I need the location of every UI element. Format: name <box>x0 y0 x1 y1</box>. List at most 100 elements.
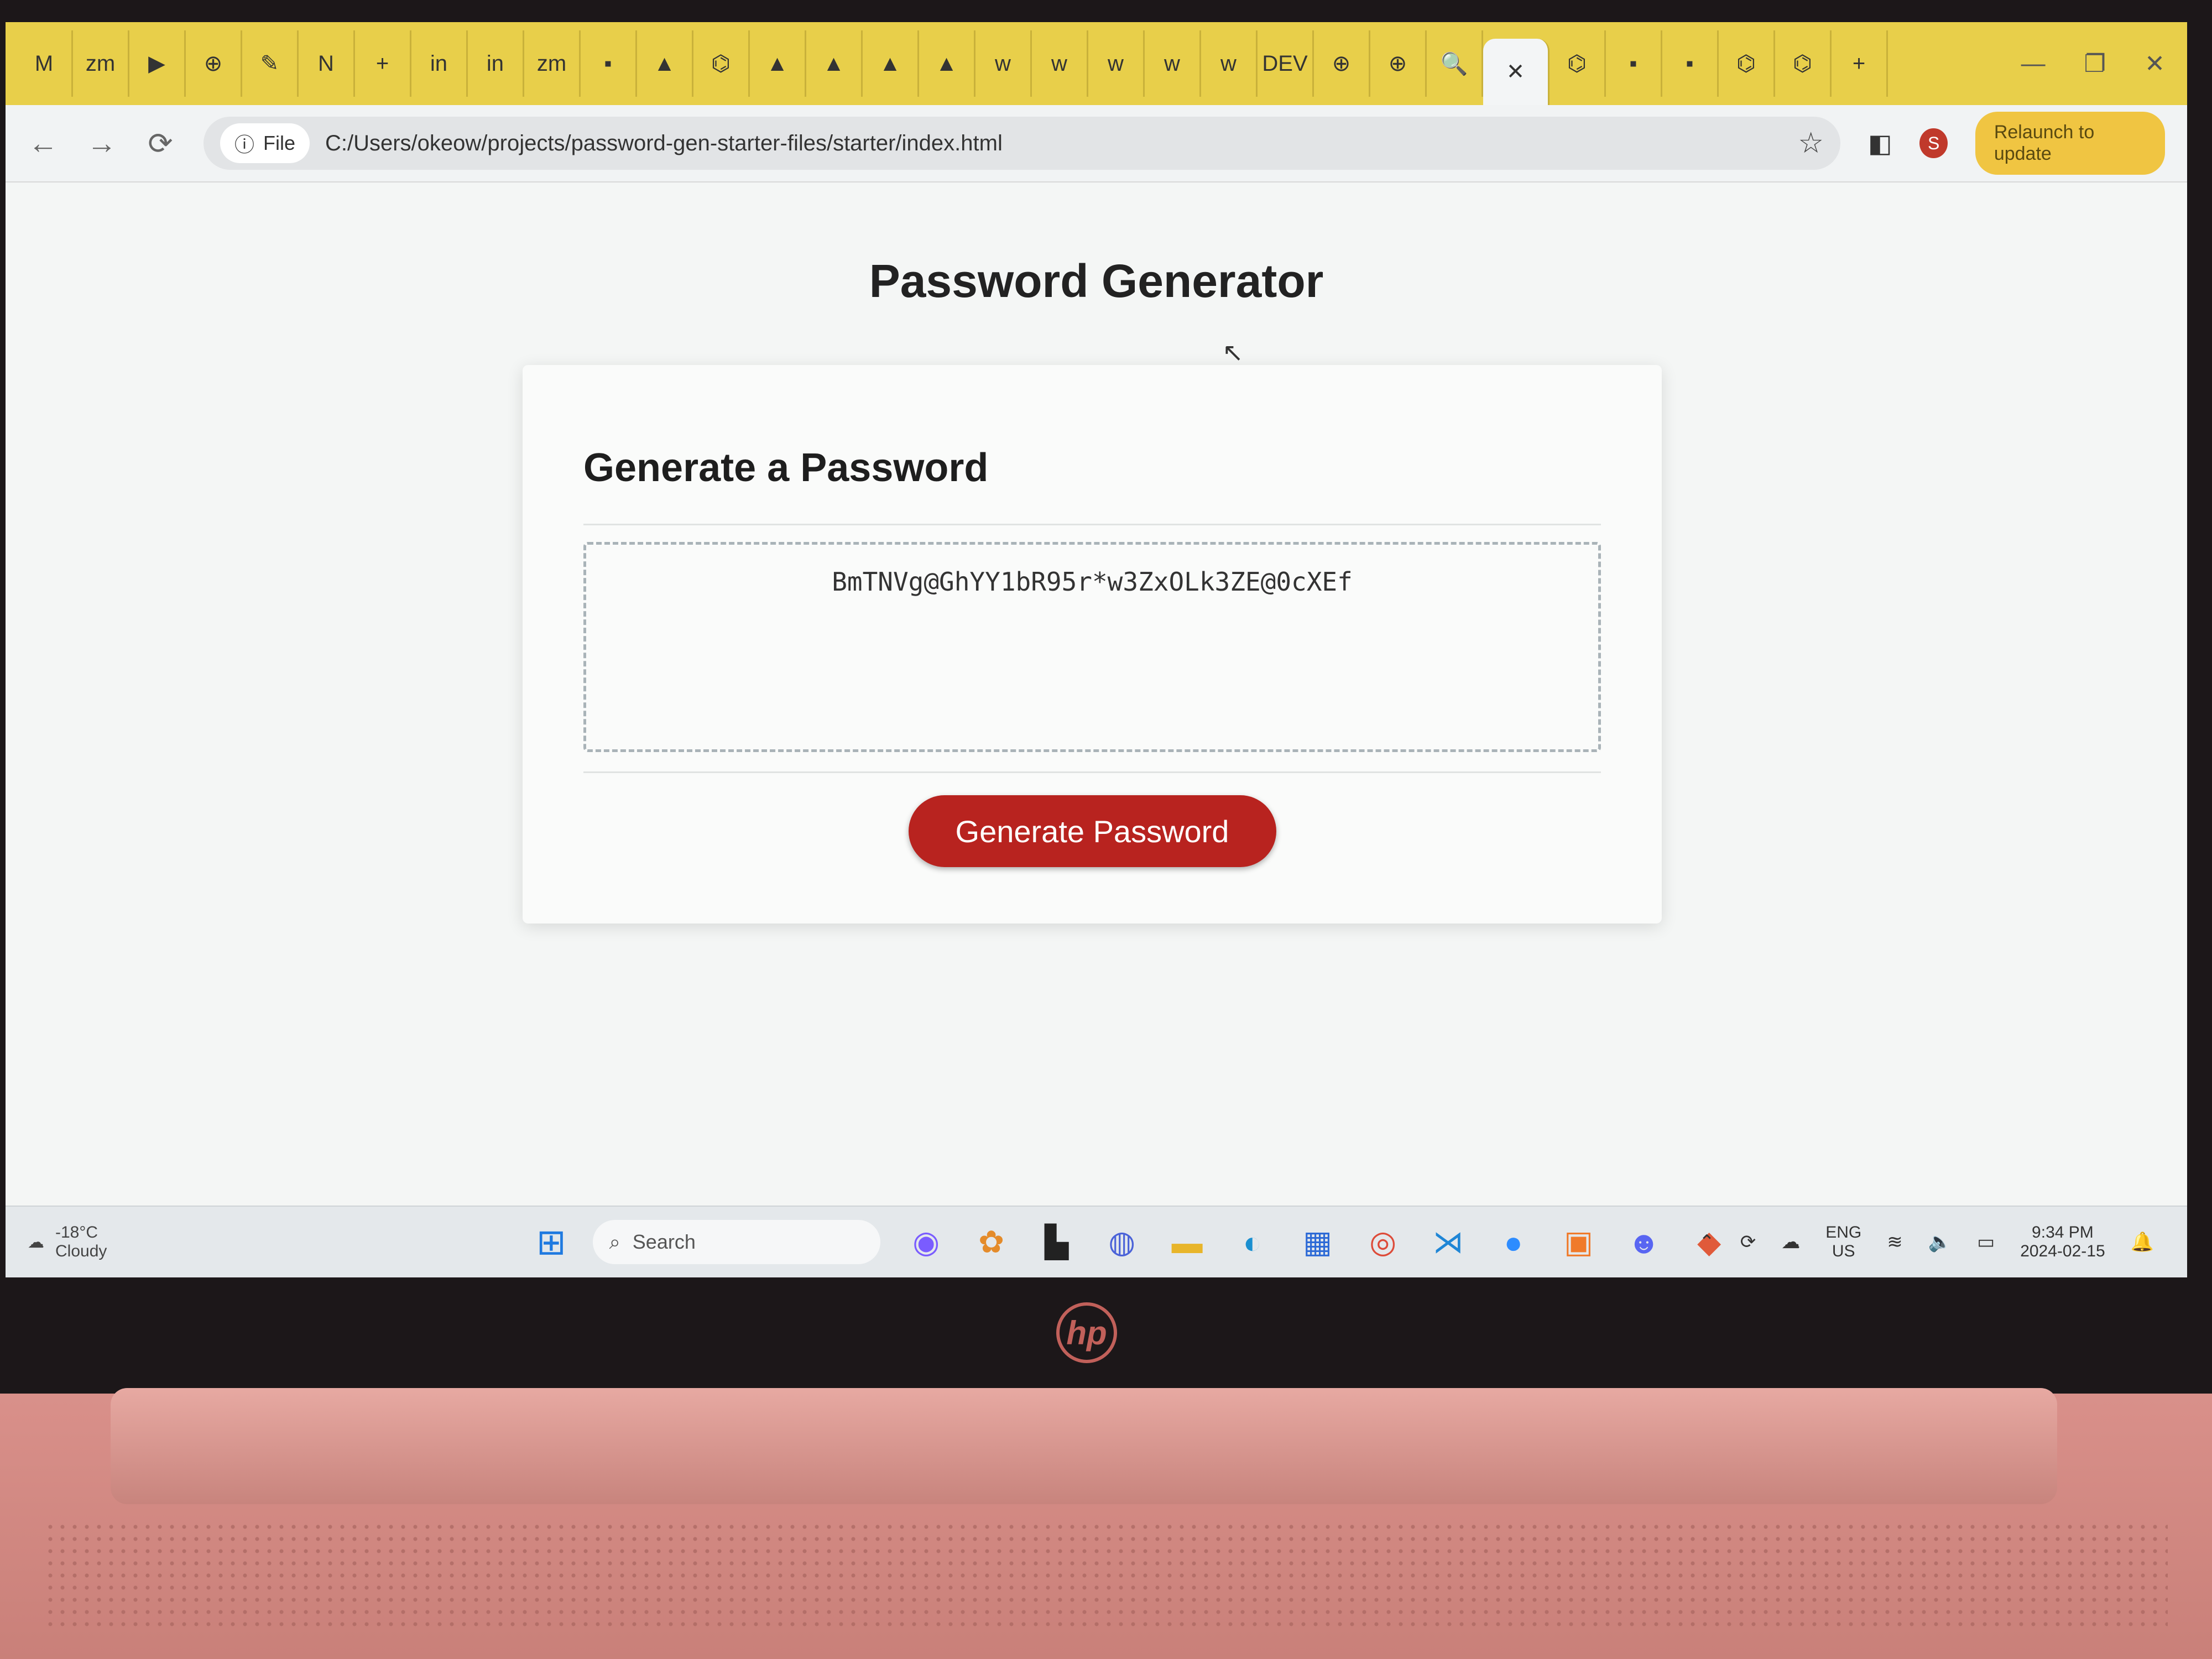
windows-start-icon[interactable]: ⊞ <box>536 1222 566 1263</box>
restore-icon[interactable]: ❐ <box>2084 50 2106 78</box>
minimize-icon[interactable]: — <box>2021 50 2046 78</box>
notification-bell-icon[interactable]: 🔔 <box>2131 1231 2154 1253</box>
battery-icon[interactable]: ▭ <box>1977 1231 1995 1253</box>
tab-app[interactable]: ▪ <box>1606 30 1662 97</box>
meet-icon[interactable]: ◍ <box>1103 1224 1141 1260</box>
tab-w-4[interactable]: w <box>1145 30 1201 97</box>
task-view-icon[interactable]: ▙ <box>1037 1224 1076 1260</box>
tab-web[interactable]: ⊕ <box>186 30 242 97</box>
weather-condition: Cloudy <box>55 1242 107 1260</box>
tab-linkedin-2[interactable]: in <box>468 30 524 97</box>
mouse-cursor-icon: ↖ <box>1222 338 1244 367</box>
tab-w-5[interactable]: w <box>1201 30 1258 97</box>
card-divider-top <box>583 524 1601 525</box>
weather-widget[interactable]: ☁ -18°C Cloudy <box>28 1223 107 1261</box>
file-label: File <box>263 132 295 154</box>
back-arrow-icon[interactable]: ← <box>28 126 59 160</box>
store-icon[interactable]: ▦ <box>1298 1224 1337 1260</box>
tab-youtube[interactable]: ▶ <box>129 30 186 97</box>
card-title: Generate a Password <box>583 446 989 490</box>
password-output[interactable]: BmTNVg@GhYY1bR95r*w3ZxOLk3ZE@0cXEf <box>583 542 1601 752</box>
tab-w-3[interactable]: w <box>1088 30 1145 97</box>
address-bar[interactable]: ⓘ File C:/Users/okeow/projects/password-… <box>203 117 1840 170</box>
taskbar-apps: ⊞ ⌕ Search ◉ ✿ ▙ ◍ ▬ ◐ ▦ ◎ ⋊ ● ▣ ☻ ◆ <box>536 1220 1729 1264</box>
tab-w-1[interactable]: w <box>975 30 1032 97</box>
speaker-grille <box>44 1521 2168 1631</box>
tab-linkedin[interactable]: in <box>411 30 468 97</box>
tab-drive-4[interactable]: ▲ <box>863 30 919 97</box>
tab-github-4[interactable]: ⌬ <box>1775 30 1832 97</box>
taskbar: ☁ -18°C Cloudy ⊞ ⌕ Search ◉ ✿ ▙ ◍ ▬ ◐ ▦ <box>6 1206 2187 1277</box>
tab-github[interactable]: ⌬ <box>693 30 750 97</box>
tab-search[interactable]: 🔍 <box>1427 30 1483 97</box>
time: 9:34 PM <box>2032 1223 2094 1241</box>
tab-app-2[interactable]: ▪ <box>1662 30 1719 97</box>
tab-active[interactable]: ✕ <box>1483 39 1550 105</box>
search-placeholder: Search <box>632 1230 696 1253</box>
tab-w-2[interactable]: w <box>1032 30 1088 97</box>
shopping-icon[interactable]: ▣ <box>1559 1224 1598 1260</box>
tab-drive[interactable]: ▲ <box>637 30 693 97</box>
onedrive-icon[interactable]: ☁ <box>1781 1231 1800 1253</box>
tab-drive-5[interactable]: ▲ <box>919 30 975 97</box>
widgets-icon[interactable]: ✿ <box>972 1224 1011 1260</box>
chrome-icon[interactable]: ◎ <box>1364 1224 1402 1260</box>
laptop-hinge <box>111 1388 2057 1504</box>
tab-drive-3[interactable]: ▲ <box>806 30 863 97</box>
tab-web-2[interactable]: ⊕ <box>1314 30 1370 97</box>
tab-notion[interactable]: N <box>299 30 355 97</box>
tab-zoom-2[interactable]: zm <box>524 30 581 97</box>
chevron-up-icon[interactable]: ⌃ <box>1699 1231 1715 1253</box>
system-tray: ⌃ ⟳ ☁ ENG US ≋ 🔈 ▭ 9:34 PM 2024-02-15 🔔 <box>1699 1223 2154 1261</box>
tab-contacts[interactable]: ▪ <box>581 30 637 97</box>
screen: M zm ▶ ⊕ ✎ N + in in zm ▪ ▲ ⌬ ▲ ▲ ▲ ▲ w … <box>6 22 2187 1277</box>
tab-strip: M zm ▶ ⊕ ✎ N + in in zm ▪ ▲ ⌬ ▲ ▲ ▲ ▲ w … <box>6 22 2187 105</box>
sync-icon[interactable]: ⟳ <box>1740 1231 1756 1253</box>
language-indicator[interactable]: ENG US <box>1825 1223 1861 1261</box>
close-window-icon[interactable]: ✕ <box>2145 50 2165 78</box>
hp-logo: hp <box>1056 1302 1117 1363</box>
web-page: Password Generator ↖ Generate a Password… <box>6 182 2187 1206</box>
edge-icon[interactable]: ◐ <box>1233 1224 1272 1260</box>
tab-github-3[interactable]: ⌬ <box>1719 30 1775 97</box>
browser-toolbar: ← → ⟳ ⓘ File C:/Users/okeow/projects/pas… <box>6 105 2187 182</box>
cloud-icon: ☁ <box>28 1233 44 1251</box>
copilot-icon[interactable]: ◉ <box>907 1224 946 1260</box>
tab-dev[interactable]: DEV <box>1258 30 1314 97</box>
zoom-icon[interactable]: ● <box>1494 1224 1533 1260</box>
tab-edit[interactable]: ✎ <box>242 30 299 97</box>
generate-password-button[interactable]: Generate Password <box>908 795 1276 867</box>
language-code: ENG <box>1825 1223 1862 1241</box>
card-divider-bottom <box>583 771 1601 773</box>
region-code: US <box>1832 1242 1855 1260</box>
side-panel-icon[interactable]: ◧ <box>1868 128 1892 158</box>
bookmark-star-icon[interactable]: ☆ <box>1798 127 1824 160</box>
relaunch-button[interactable]: Relaunch to update <box>1975 112 2165 175</box>
site-info-chip[interactable]: ⓘ File <box>220 123 310 163</box>
volume-icon[interactable]: 🔈 <box>1928 1231 1952 1253</box>
search-icon: ⌕ <box>609 1230 620 1253</box>
profile-avatar[interactable]: S <box>1919 128 1948 158</box>
tab-github-2[interactable]: ⌬ <box>1550 30 1606 97</box>
forward-arrow-icon[interactable]: → <box>86 126 117 160</box>
tab-web-3[interactable]: ⊕ <box>1370 30 1427 97</box>
file-explorer-icon[interactable]: ▬ <box>1168 1224 1207 1260</box>
taskbar-search[interactable]: ⌕ Search <box>592 1220 880 1264</box>
page-title: Password Generator <box>869 255 1324 307</box>
clock[interactable]: 9:34 PM 2024-02-15 <box>2020 1223 2105 1261</box>
tab-drive-2[interactable]: ▲ <box>750 30 806 97</box>
tab-zoom[interactable]: zm <box>73 30 129 97</box>
window-controls: — ❐ ✕ <box>2021 50 2187 78</box>
tab-gmail[interactable]: M <box>17 30 73 97</box>
date: 2024-02-15 <box>2020 1242 2105 1260</box>
laptop-bezel: M zm ▶ ⊕ ✎ N + in in zm ▪ ▲ ⌬ ▲ ▲ ▲ ▲ w … <box>0 0 2212 1394</box>
discord-icon[interactable]: ☻ <box>1625 1224 1663 1260</box>
temperature: -18°C <box>55 1223 98 1241</box>
url-text[interactable]: C:/Users/okeow/projects/password-gen-sta… <box>325 131 1003 156</box>
reload-icon[interactable]: ⟳ <box>145 126 176 161</box>
vscode-icon[interactable]: ⋊ <box>1429 1224 1468 1260</box>
tab-sheets[interactable]: + <box>355 30 411 97</box>
new-tab-button[interactable]: + <box>1832 30 1888 97</box>
wifi-icon[interactable]: ≋ <box>1887 1231 1903 1253</box>
password-card: Generate a Password BmTNVg@GhYY1bR95r*w3… <box>523 365 1662 924</box>
